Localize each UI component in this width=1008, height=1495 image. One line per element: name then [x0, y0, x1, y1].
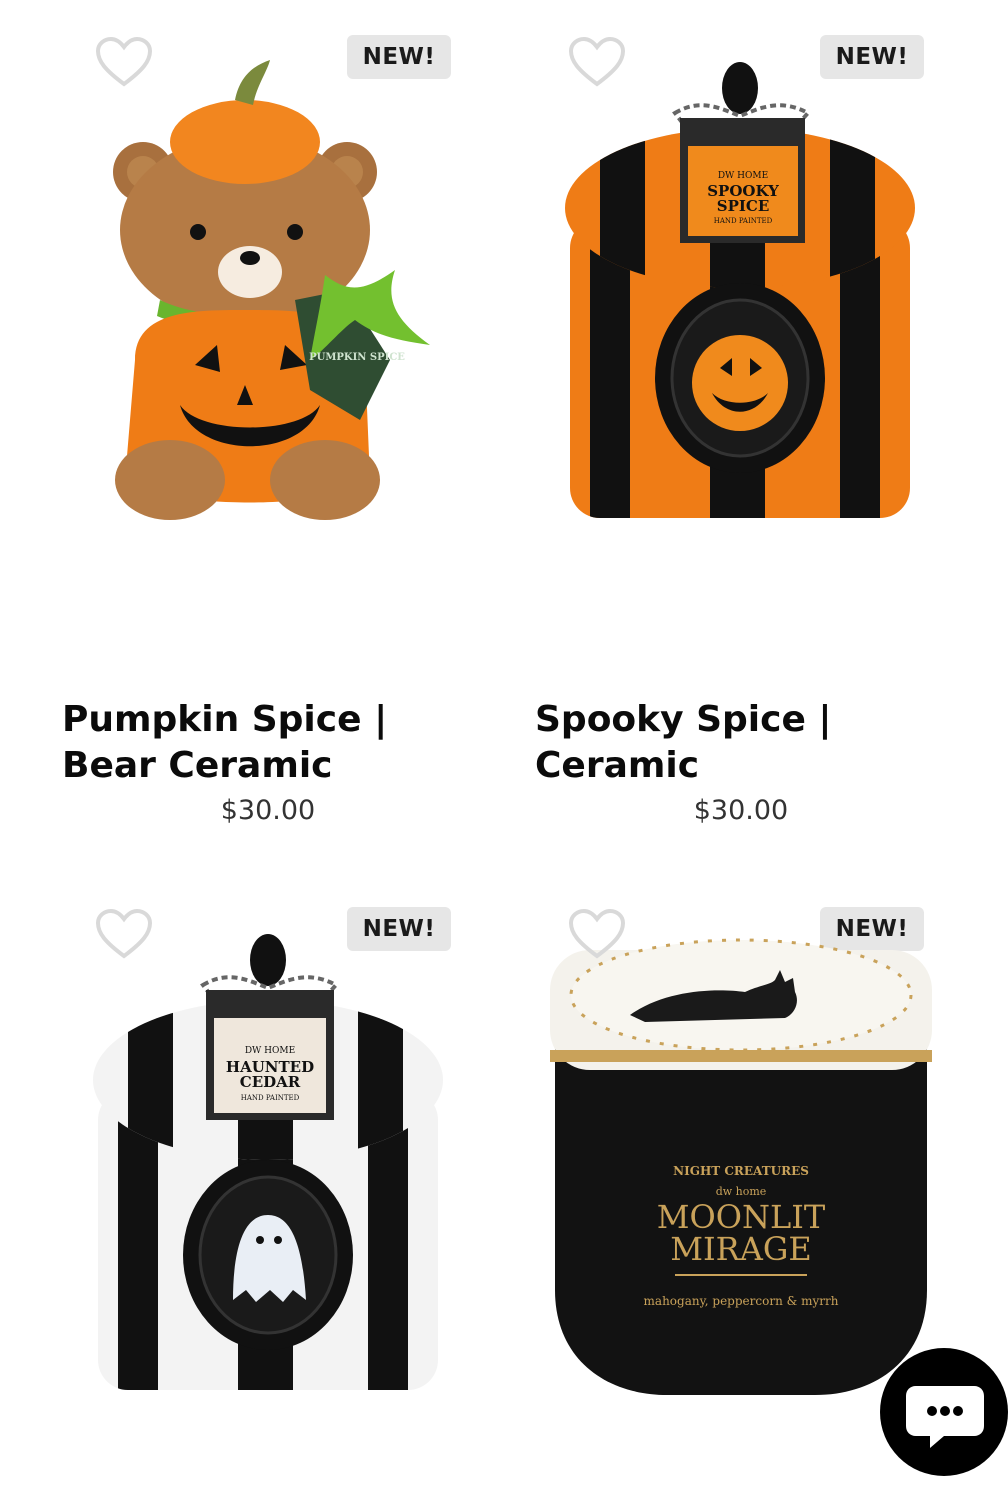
product-price: $30.00: [220, 795, 316, 826]
product-image-pumpkin-bear[interactable]: PUMPKIN SPICE: [95, 60, 440, 530]
tag-text: SPICE: [717, 197, 770, 215]
label-text: dw home: [716, 1185, 767, 1198]
tag-text: DW HOME: [245, 1046, 295, 1056]
label-text: NIGHT CREATURES: [673, 1164, 809, 1178]
tag-text: CEDAR: [240, 1073, 301, 1091]
tag-text: PUMPKIN SPICE: [309, 352, 405, 363]
product-title[interactable]: Pumpkin Spice | Bear Ceramic: [62, 697, 482, 789]
heart-outline-icon[interactable]: [568, 908, 626, 960]
chat-bubble-icon: [906, 1386, 984, 1448]
label-text: MIRAGE: [670, 1230, 812, 1268]
product-title[interactable]: Spooky Spice | Ceramic: [535, 697, 835, 789]
tag-text: HAND PAINTED: [714, 217, 773, 225]
product-image-haunted-cedar[interactable]: DW HOMEHAUNTEDCEDARHAND PAINTED: [88, 930, 448, 1400]
chat-button[interactable]: [880, 1348, 1008, 1476]
tag-text: DW HOME: [718, 171, 768, 181]
label-text: mahogany, peppercorn & myrrh: [644, 1294, 839, 1308]
product-price: $30.00: [693, 795, 789, 826]
product-image-spooky-spice[interactable]: DW HOMESPOOKYSPICEHAND PAINTED: [560, 58, 920, 528]
product-image-moonlit-mirage[interactable]: NIGHT CREATURESdw homeMOONLITMIRAGEmahog…: [545, 930, 937, 1400]
tag-text: HAND PAINTED: [241, 1094, 300, 1102]
